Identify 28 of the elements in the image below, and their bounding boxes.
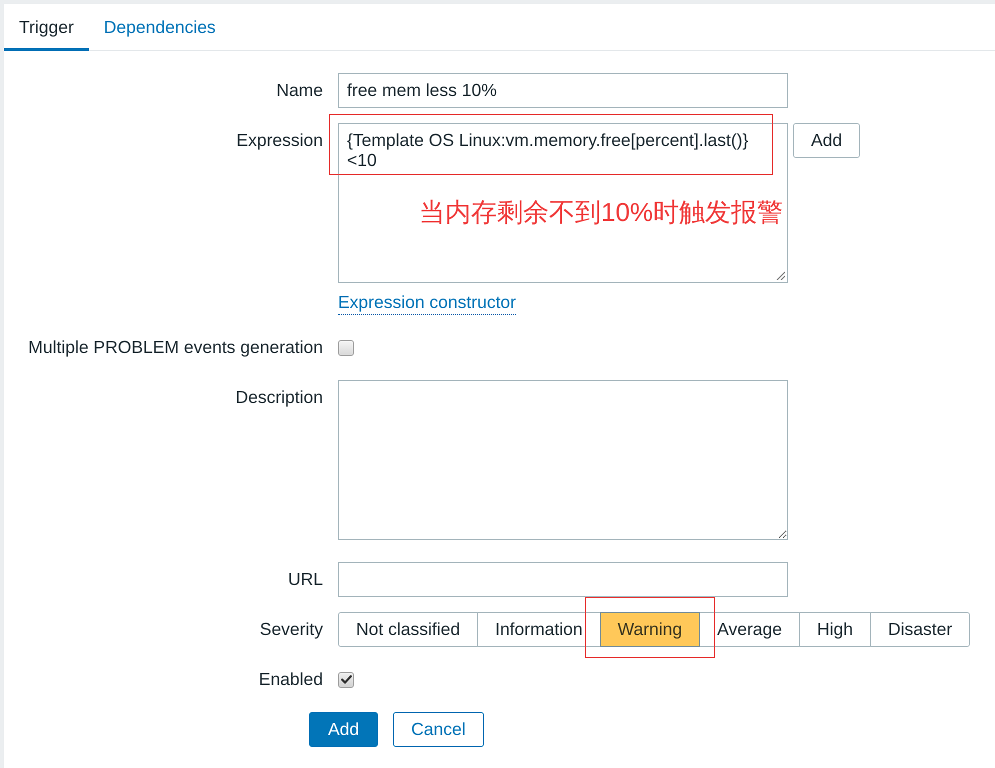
severity-option[interactable]: Disaster: [870, 612, 970, 647]
severity-option[interactable]: Not classified: [338, 612, 478, 647]
field-label: Enabled: [258, 668, 323, 691]
severity-option[interactable]: Information: [477, 612, 601, 647]
resize-grip-icon: [776, 271, 785, 280]
field-label: Multiple PROBLEM events generation: [28, 336, 323, 359]
field-label: Expression: [236, 129, 323, 152]
severity-option[interactable]: Warning: [600, 612, 700, 647]
checkbox[interactable]: [338, 340, 354, 356]
add-button[interactable]: Add: [793, 123, 860, 158]
field-label: Description: [235, 386, 323, 409]
field-label: Name: [276, 79, 323, 102]
text-field[interactable]: [338, 562, 788, 597]
cancel-button[interactable]: Cancel: [393, 712, 484, 747]
text-field[interactable]: free mem less 10%: [338, 73, 788, 108]
submit-button[interactable]: Add: [309, 712, 378, 747]
expression-constructor-link[interactable]: Expression constructor: [338, 290, 516, 315]
expression-field[interactable]: {Template OS Linux:vm.memory.free[percent].last()} <10 当内存剩余不到10%时触发报警: [338, 123, 788, 283]
check-icon: [340, 675, 352, 684]
severity-option[interactable]: Average: [699, 612, 800, 647]
annotation-text: 当内存剩余不到10%时触发报警: [419, 196, 784, 228]
tab[interactable]: Trigger: [4, 4, 89, 51]
tab[interactable]: Dependencies: [88, 4, 231, 51]
checkbox[interactable]: [338, 672, 354, 688]
field-label: Severity: [260, 618, 323, 641]
field-label: URL: [288, 568, 323, 591]
severity-option[interactable]: High: [799, 612, 872, 647]
textarea-field[interactable]: [338, 380, 788, 540]
